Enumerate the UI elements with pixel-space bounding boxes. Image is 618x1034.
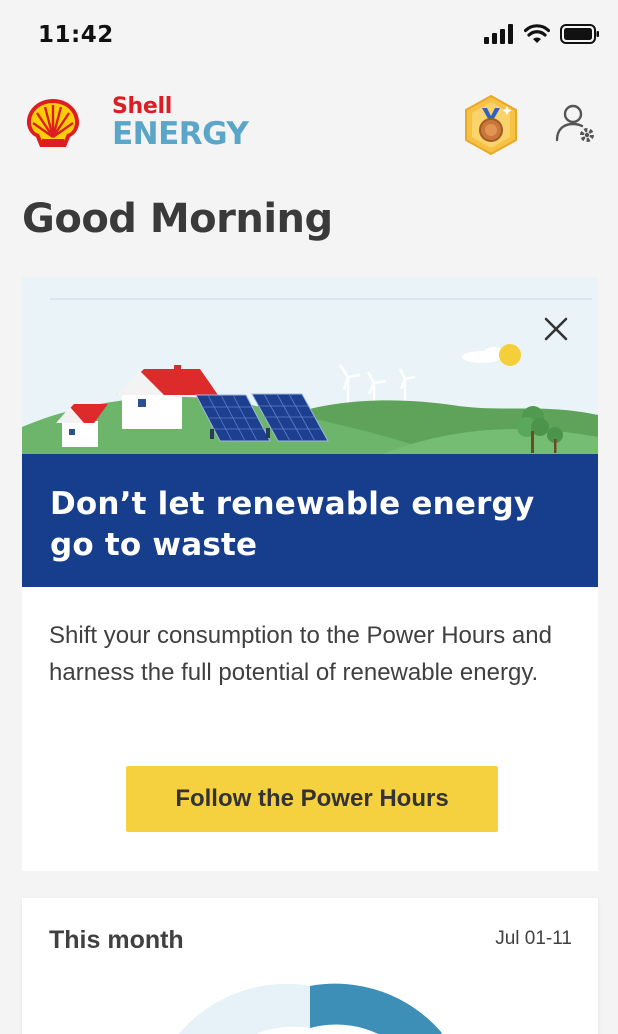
usage-donut-chart <box>178 983 442 1034</box>
brand-shell-text: Shell <box>112 94 173 119</box>
donut-track <box>178 984 310 1034</box>
follow-power-hours-button[interactable]: Follow the Power Hours <box>126 766 498 832</box>
shell-pecten-logo <box>26 99 80 147</box>
promo-title: Don’t let renewable energy go to waste <box>50 486 535 563</box>
renewable-promo-card: Don’t let renewable energy go to waste S… <box>22 277 598 871</box>
status-time: 11:42 <box>38 22 114 48</box>
promo-banner: Don’t let renewable energy go to waste <box>22 454 598 587</box>
this-month-card[interactable]: This month Jul 01-11 <box>22 898 598 1034</box>
promo-body-text: Shift your consumption to the Power Hour… <box>49 622 552 686</box>
bronze-medal-badge-icon[interactable] <box>463 94 519 156</box>
battery-icon <box>560 24 599 44</box>
status-bar: 11:42 <box>0 0 618 72</box>
donut-segment <box>310 983 442 1034</box>
cellular-signal-icon <box>484 24 513 44</box>
close-promo-button[interactable] <box>540 313 572 345</box>
home-screen: 11:42 Shell ENERGY Good Morning Don’t le… <box>0 0 618 1034</box>
landscape-illustration <box>22 277 598 454</box>
brand-wordmark: Shell ENERGY <box>112 94 249 152</box>
wifi-icon <box>524 24 550 43</box>
app-header: Shell ENERGY <box>0 92 618 158</box>
month-date-range: Jul 01-11 <box>495 928 572 949</box>
profile-settings-button[interactable] <box>553 100 599 146</box>
greeting-title: Good Morning <box>22 196 333 242</box>
renewable-illustration <box>22 277 598 454</box>
close-icon <box>544 317 568 341</box>
brand-logo[interactable]: Shell ENERGY <box>24 94 249 152</box>
brand-energy-text: ENERGY <box>112 116 249 152</box>
user-settings-icon <box>555 104 594 142</box>
status-icons <box>484 24 600 44</box>
month-card-title: This month <box>49 926 184 954</box>
